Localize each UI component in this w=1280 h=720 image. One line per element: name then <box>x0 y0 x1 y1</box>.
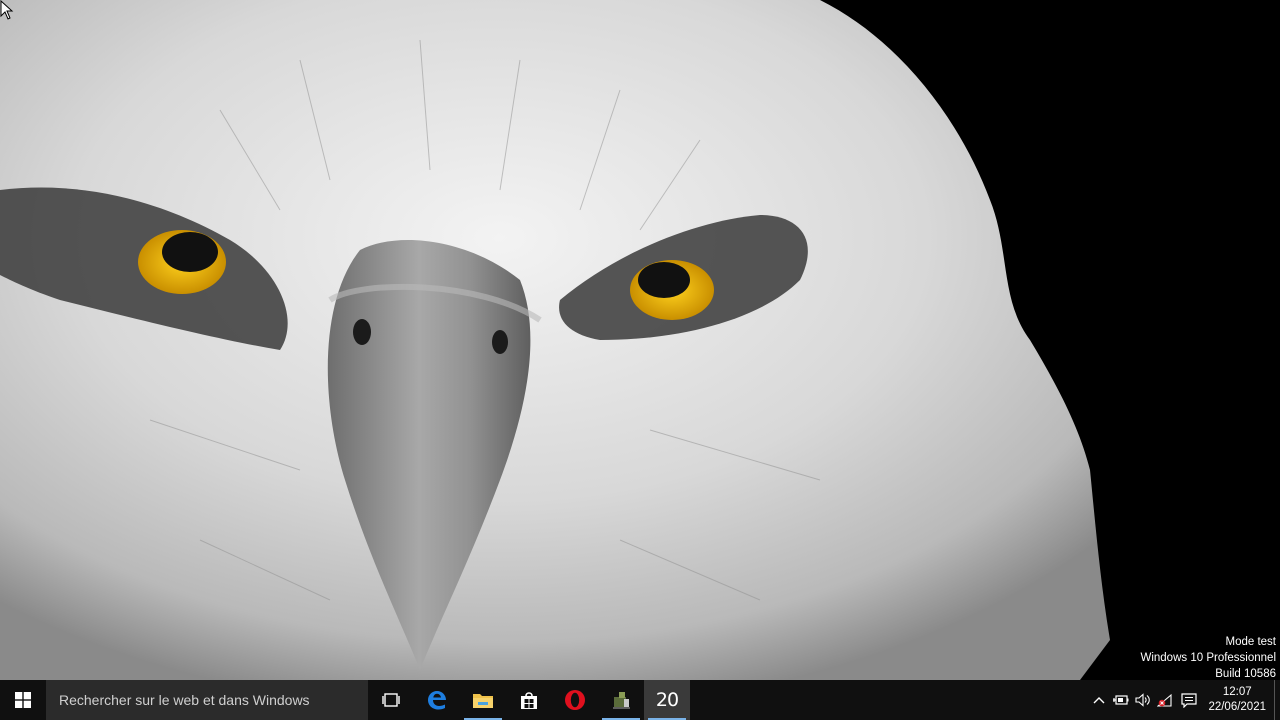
number-20-icon: 20 <box>655 689 679 711</box>
power-button[interactable] <box>1110 680 1132 720</box>
opera-icon <box>565 690 585 710</box>
app-button[interactable] <box>598 680 644 720</box>
taskbar: 20 <box>0 680 1280 720</box>
search-input[interactable] <box>57 691 361 709</box>
mouse-cursor-icon <box>0 0 14 20</box>
notification-icon <box>1181 692 1198 708</box>
desktop-watermark: Mode test Windows 10 Professionnel Build… <box>1140 634 1276 680</box>
store-button[interactable] <box>506 680 552 720</box>
clock[interactable]: 12:07 22/06/2021 <box>1202 685 1274 715</box>
show-desktop-button[interactable] <box>1274 680 1280 720</box>
watermark-edition: Windows 10 Professionnel <box>1140 652 1276 664</box>
chevron-up-icon <box>1093 697 1105 704</box>
task-view-button[interactable] <box>368 680 414 720</box>
show-hidden-icons-button[interactable] <box>1088 680 1110 720</box>
start-button[interactable] <box>0 680 46 720</box>
opera-button[interactable] <box>552 680 598 720</box>
network-button[interactable] <box>1154 680 1176 720</box>
task-view-icon <box>382 693 400 707</box>
store-icon <box>521 692 537 709</box>
app-icon <box>613 692 630 709</box>
system-tray: 12:07 22/06/2021 <box>1088 680 1280 720</box>
desktop-wallpaper: Mode test Windows 10 Professionnel Build… <box>0 0 1280 680</box>
eagle-wallpaper-image <box>0 0 1280 680</box>
windows-logo-icon <box>15 692 31 708</box>
clock-time: 12:07 <box>1222 686 1252 698</box>
folder-icon <box>473 694 493 708</box>
network-disconnected-icon <box>1157 693 1172 707</box>
file-explorer-button[interactable] <box>460 680 506 720</box>
taskbar-apps: 20 <box>368 680 690 720</box>
search-box[interactable] <box>46 680 368 720</box>
watermark-mode: Mode test <box>1225 636 1277 648</box>
speaker-icon <box>1135 693 1151 707</box>
edge-button[interactable] <box>414 680 460 720</box>
app-20-button[interactable]: 20 <box>644 680 690 720</box>
action-center-button[interactable] <box>1176 680 1202 720</box>
watermark-build: Build 10586 <box>1215 668 1276 680</box>
battery-plug-icon <box>1113 695 1129 705</box>
edge-icon <box>428 691 446 710</box>
clock-date: 22/06/2021 <box>1208 701 1266 713</box>
volume-button[interactable] <box>1132 680 1154 720</box>
